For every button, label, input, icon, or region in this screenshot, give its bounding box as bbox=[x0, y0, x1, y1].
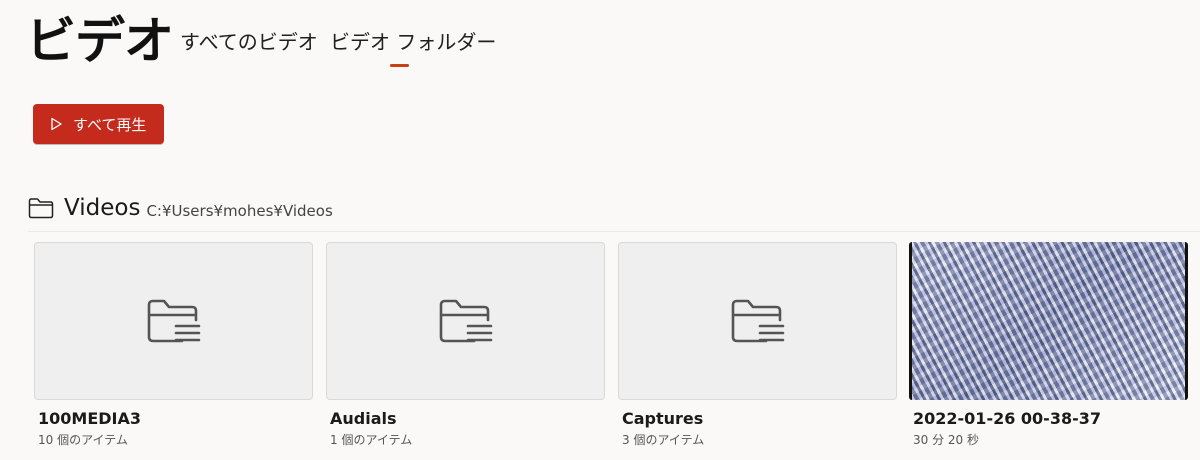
play-all-label: すべて再生 bbox=[73, 115, 147, 134]
divider bbox=[28, 231, 1200, 232]
play-outline-icon bbox=[51, 117, 62, 131]
tile-name: Audials bbox=[330, 409, 397, 428]
folder-list-icon bbox=[731, 299, 784, 343]
section-title: Videos bbox=[64, 195, 141, 221]
folder-icon bbox=[28, 198, 54, 219]
folder-tile-captures[interactable]: Captures 3 個のアイテム bbox=[618, 242, 897, 448]
folder-thumbnail[interactable] bbox=[34, 242, 313, 400]
tile-meta: 30 分 20 秒 bbox=[913, 433, 979, 447]
folder-tile-audials[interactable]: Audials 1 個のアイテム bbox=[326, 242, 605, 448]
video-tile[interactable]: 2022-01-26 00-38-37 30 分 20 秒 bbox=[909, 242, 1188, 448]
video-thumbnail[interactable] bbox=[909, 242, 1188, 400]
tile-name: Captures bbox=[622, 409, 704, 428]
folder-thumbnail[interactable] bbox=[618, 242, 897, 400]
folder-section-header: Videos C:¥Users¥mohes¥Videos bbox=[28, 193, 333, 223]
tab-video-folders[interactable]: ビデオ フォルダー bbox=[330, 28, 496, 56]
folder-list-icon bbox=[439, 299, 492, 343]
folder-thumbnail[interactable] bbox=[326, 242, 605, 400]
tile-name: 100MEDIA3 bbox=[38, 409, 141, 428]
tile-name: 2022-01-26 00-38-37 bbox=[913, 409, 1101, 428]
page-title: ビデオ bbox=[26, 12, 174, 70]
tab-all-videos[interactable]: すべてのビデオ bbox=[180, 28, 318, 56]
tile-meta: 3 個のアイテム bbox=[622, 433, 705, 447]
tab-selected-indicator bbox=[390, 64, 409, 67]
tile-meta: 10 個のアイテム bbox=[38, 433, 128, 447]
folder-list-icon bbox=[147, 299, 200, 343]
section-path: C:¥Users¥mohes¥Videos bbox=[146, 202, 333, 220]
play-all-button[interactable]: すべて再生 bbox=[33, 104, 164, 144]
folder-tile-100media3[interactable]: 100MEDIA3 10 個のアイテム bbox=[34, 242, 313, 448]
tile-meta: 1 個のアイテム bbox=[330, 433, 413, 447]
